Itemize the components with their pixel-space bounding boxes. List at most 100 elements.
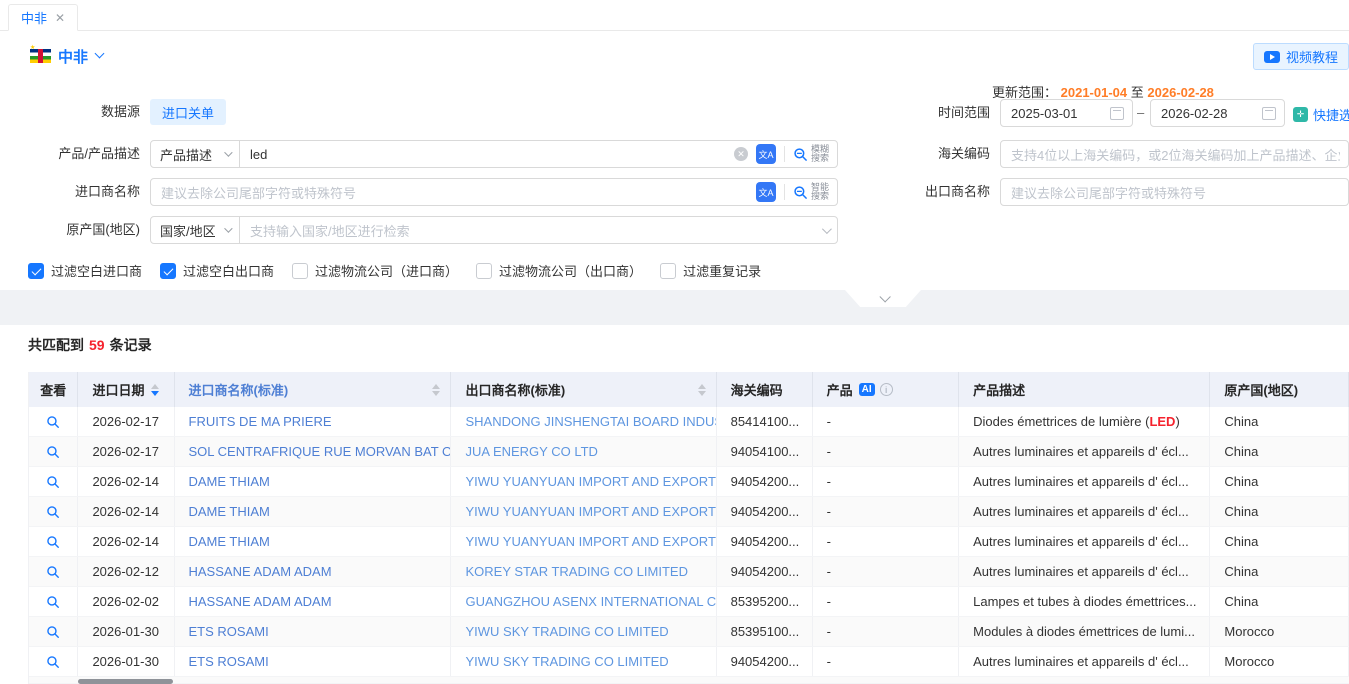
translate-icon[interactable]: 文A — [756, 144, 776, 164]
exporter-link[interactable]: YIWU SKY TRADING CO LIMITED — [451, 647, 716, 676]
date-range-separator: – — [1137, 99, 1144, 127]
sort-icon[interactable] — [432, 384, 440, 396]
clear-input-icon[interactable]: ✕ — [734, 147, 748, 161]
filter-checkbox-3[interactable]: 过滤物流公司（进口商） — [292, 261, 458, 280]
checkbox-icon[interactable] — [660, 263, 676, 279]
import-date: 2026-02-14 — [78, 527, 174, 556]
product-description: Autres luminaires et appareils d' écl... — [959, 527, 1210, 556]
view-detail-button[interactable] — [29, 587, 78, 616]
view-detail-button[interactable] — [29, 557, 78, 586]
exporter-input[interactable]: 建议去除公司尾部字符或特殊符号 — [1000, 178, 1349, 206]
view-detail-button[interactable] — [29, 437, 78, 466]
quick-select-button[interactable]: ✛ 快捷选择 — [1293, 105, 1349, 124]
view-detail-button[interactable] — [29, 647, 78, 676]
filter-checkbox-4[interactable]: 过滤物流公司（出口商） — [476, 261, 642, 280]
exporter-link[interactable]: YIWU YUANYUAN IMPORT AND EXPORT C... — [451, 497, 716, 526]
column-exporter[interactable]: 出口商名称(标准) — [451, 372, 716, 407]
importer-link[interactable]: FRUITS DE MA PRIERE — [175, 407, 452, 436]
column-importer[interactable]: 进口商名称(标准) — [175, 372, 452, 407]
column-import-date[interactable]: 进口日期 — [78, 372, 174, 407]
chevron-down-icon — [224, 224, 232, 232]
origin-country: China — [1210, 407, 1349, 436]
exporter-link[interactable]: YIWU SKY TRADING CO LIMITED — [451, 617, 716, 646]
view-detail-button[interactable] — [29, 527, 78, 556]
table-row: 2026-02-14DAME THIAMYIWU YUANYUAN IMPORT… — [29, 467, 1349, 497]
importer-link[interactable]: DAME THIAM — [175, 527, 452, 556]
horizontal-scrollbar[interactable] — [78, 679, 173, 684]
filter-checkbox-row: 过滤空白进口商过滤空白出口商过滤物流公司（进口商） 过滤物流公司（出口商） 过滤重复… — [28, 261, 761, 280]
sort-icon[interactable] — [698, 384, 706, 396]
sort-icon[interactable] — [151, 384, 159, 396]
divider — [784, 184, 785, 200]
exporter-label: 出口商名称 — [850, 178, 990, 206]
fuzzy-search-button[interactable]: 模糊 搜索 — [793, 145, 829, 164]
checkbox-icon[interactable] — [28, 263, 44, 279]
view-detail-button[interactable] — [29, 467, 78, 496]
tab-central-africa[interactable]: 中非 ✕ — [8, 4, 78, 31]
importer-link[interactable]: ETS ROSAMI — [175, 617, 452, 646]
video-tutorial-button[interactable]: 视频教程 — [1253, 43, 1349, 70]
date-to-input[interactable]: 2026-02-28 — [1150, 99, 1285, 127]
search-icon — [46, 655, 60, 669]
hs-code-value: 94054200... — [717, 467, 813, 496]
origin-mode-select[interactable]: 国家/地区 — [150, 216, 240, 244]
hs-code-label: 海关编码 — [850, 140, 990, 168]
smart-search-button[interactable]: 智能 搜索 — [793, 183, 829, 202]
checkbox-label: 过滤空白进口商 — [51, 261, 142, 280]
exporter-link[interactable]: YIWU YUANYUAN IMPORT AND EXPORT C... — [451, 467, 716, 496]
product-mode-value: 产品描述 — [160, 145, 212, 164]
origin-input[interactable]: 支持输入国家/地区进行检索 — [239, 216, 838, 244]
translate-icon[interactable]: 文A — [756, 182, 776, 202]
filter-checkbox-2[interactable]: 过滤空白出口商 — [160, 261, 274, 280]
chevron-down-icon[interactable] — [95, 49, 105, 59]
table-row: 2026-02-02HASSANE ADAM ADAMGUANGZHOU ASE… — [29, 587, 1349, 617]
exporter-link[interactable]: GUANGZHOU ASENX INTERNATIONAL CO ... — [451, 587, 716, 616]
importer-link[interactable]: SOL CENTRAFRIQUE RUE MORVAN BAT OF... — [175, 437, 452, 466]
checkbox-icon[interactable] — [476, 263, 492, 279]
origin-country: Morocco — [1210, 647, 1349, 676]
search-icon — [46, 565, 60, 579]
tab-label: 中非 — [21, 8, 47, 27]
country-title[interactable]: 中非 — [58, 46, 88, 67]
importer-link[interactable]: HASSANE ADAM ADAM — [175, 557, 452, 586]
quick-select-label: 快捷选择 — [1313, 105, 1349, 124]
view-detail-button[interactable] — [29, 497, 78, 526]
filter-checkbox-5[interactable]: 过滤重复记录 — [660, 261, 761, 280]
exporter-link[interactable]: JUA ENERGY CO LTD — [451, 437, 716, 466]
calendar-icon[interactable] — [1262, 107, 1276, 120]
product-input-value: led — [250, 147, 734, 162]
collapse-panel-button[interactable] — [845, 290, 921, 307]
datasource-import-declaration-button[interactable]: 进口关单 — [150, 99, 226, 125]
info-icon[interactable]: i — [880, 383, 893, 396]
exporter-link[interactable]: KOREY STAR TRADING CO LIMITED — [451, 557, 716, 586]
exporter-link[interactable]: SHANDONG JINSHENGTAI BOARD INDUST... — [451, 407, 716, 436]
product-search-input[interactable]: led ✕ 文A 模糊 搜索 — [239, 140, 838, 168]
importer-input[interactable]: 建议去除公司尾部字符或特殊符号 文A 智能 搜索 — [150, 178, 838, 206]
video-tutorial-label: 视频教程 — [1286, 47, 1338, 66]
hs-code-input[interactable]: 支持4位以上海关编码，或2位海关编码加上产品描述、企业名称 — [1000, 140, 1349, 168]
product-value: - — [813, 527, 959, 556]
view-detail-button[interactable] — [29, 407, 78, 436]
checkbox-label: 过滤物流公司（出口商） — [499, 261, 642, 280]
view-detail-button[interactable] — [29, 617, 78, 646]
close-icon[interactable]: ✕ — [55, 11, 65, 25]
product-mode-select[interactable]: 产品描述 — [150, 140, 240, 168]
importer-link[interactable]: DAME THIAM — [175, 467, 452, 496]
importer-link[interactable]: DAME THIAM — [175, 497, 452, 526]
hs-code-value: 85395200... — [717, 587, 813, 616]
checkbox-icon[interactable] — [160, 263, 176, 279]
importer-link[interactable]: HASSANE ADAM ADAM — [175, 587, 452, 616]
calendar-icon[interactable] — [1110, 107, 1124, 120]
update-range-to-word: 至 — [1131, 85, 1144, 100]
hs-code-value: 94054100... — [717, 437, 813, 466]
import-date: 2026-02-17 — [78, 407, 174, 436]
product-value: - — [813, 647, 959, 676]
date-from-input[interactable]: 2025-03-01 — [1000, 99, 1133, 127]
exporter-link[interactable]: YIWU YUANYUAN IMPORT AND EXPORT C... — [451, 527, 716, 556]
filter-checkbox-1[interactable]: 过滤空白进口商 — [28, 261, 142, 280]
importer-link[interactable]: ETS ROSAMI — [175, 647, 452, 676]
product-value: - — [813, 557, 959, 586]
checkbox-icon[interactable] — [292, 263, 308, 279]
product-value: - — [813, 407, 959, 436]
quick-select-icon: ✛ — [1293, 107, 1308, 122]
